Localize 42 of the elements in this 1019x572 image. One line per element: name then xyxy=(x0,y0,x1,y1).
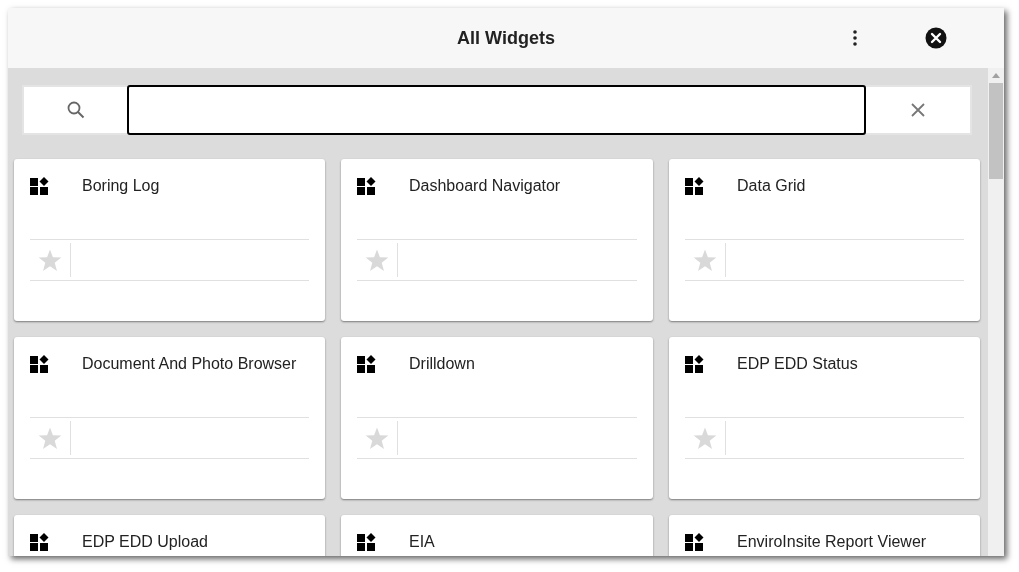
widget-icon xyxy=(357,532,376,552)
widget-icon xyxy=(30,354,49,374)
widget-card[interactable]: Drilldown xyxy=(341,337,653,499)
widget-card[interactable]: Document And Photo Browser xyxy=(14,337,325,499)
widget-card[interactable]: Dashboard Navigator xyxy=(341,159,653,321)
widget-icon xyxy=(357,176,376,196)
favorite-star-icon[interactable] xyxy=(693,248,717,272)
search-icon xyxy=(66,101,85,119)
clear-search-button[interactable] xyxy=(909,101,927,119)
widget-card[interactable]: Data Grid xyxy=(669,159,980,321)
widget-name: EIA xyxy=(409,532,435,552)
widget-name: Data Grid xyxy=(737,176,806,196)
widget-name: Drilldown xyxy=(409,354,475,374)
window-title: All Widgets xyxy=(457,26,555,50)
widget-name: EDP EDD Status xyxy=(737,354,858,374)
search-field[interactable] xyxy=(127,85,866,135)
widget-name: EnviroInsite Report Viewer xyxy=(737,532,927,552)
widget-card[interactable]: EIA xyxy=(341,515,653,556)
widget-card[interactable]: Boring Log xyxy=(14,159,325,321)
widget-name: Dashboard Navigator xyxy=(409,176,561,196)
favorite-star-icon[interactable] xyxy=(365,426,389,450)
more-icon xyxy=(853,30,857,46)
scrollbar[interactable] xyxy=(988,68,1004,556)
widget-name: Boring Log xyxy=(82,176,160,196)
favorite-star-icon[interactable] xyxy=(693,426,717,450)
widget-icon xyxy=(30,176,49,196)
favorite-star-icon[interactable] xyxy=(365,248,389,272)
widget-icon xyxy=(685,532,704,552)
scroll-up-arrow-icon[interactable] xyxy=(992,72,1000,78)
favorite-star-icon[interactable] xyxy=(38,426,62,450)
widget-name: EDP EDD Upload xyxy=(82,532,208,552)
widget-name: Document And Photo Browser xyxy=(82,354,297,374)
widget-card[interactable]: EnviroInsite Report Viewer xyxy=(669,515,980,556)
scrollbar-thumb[interactable] xyxy=(989,83,1003,179)
widget-icon xyxy=(357,354,376,374)
close-button[interactable] xyxy=(925,27,947,49)
favorite-star-icon[interactable] xyxy=(38,248,62,272)
widget-icon xyxy=(685,176,704,196)
widget-icon xyxy=(30,532,49,552)
widget-icon xyxy=(685,354,704,374)
widget-card[interactable]: EDP EDD Upload xyxy=(14,515,325,556)
widget-card[interactable]: EDP EDD Status xyxy=(669,337,980,499)
